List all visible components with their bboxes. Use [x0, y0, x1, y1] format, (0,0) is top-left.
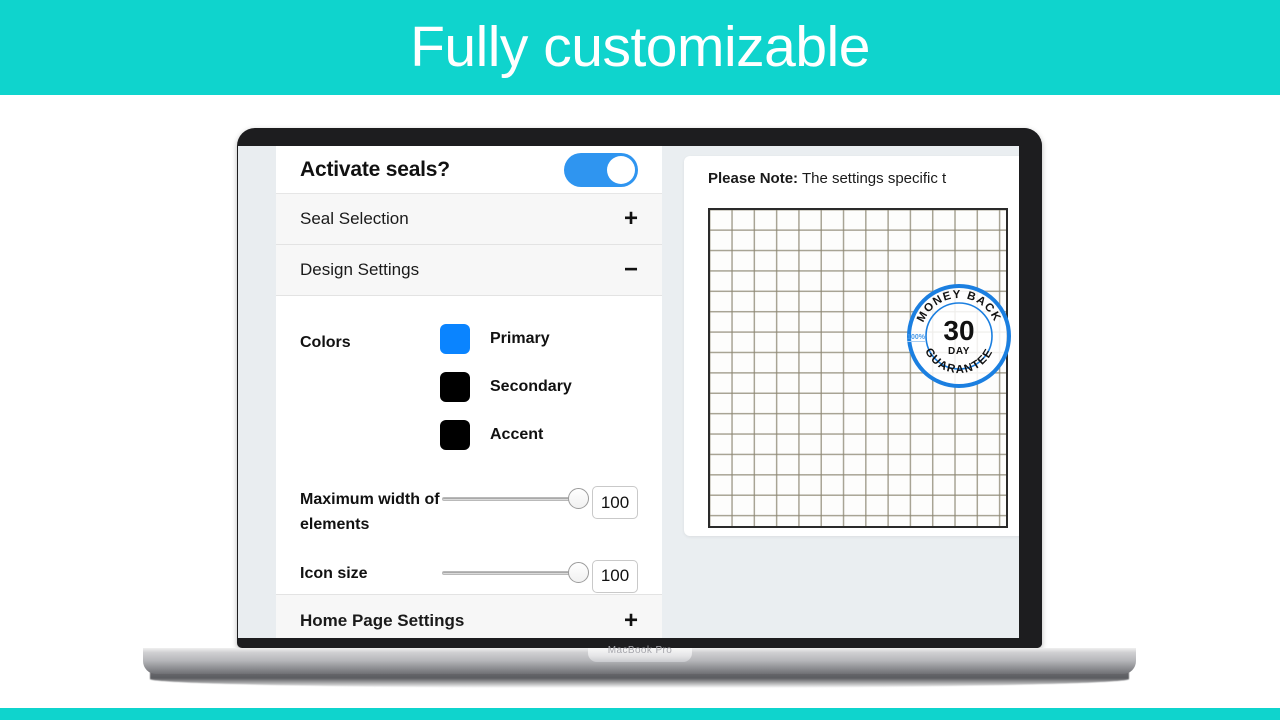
- laptop-mockup: Activate seals? Seal Selection + Design …: [0, 0, 1280, 720]
- slider-track: [442, 570, 586, 575]
- slider-thumb[interactable]: [568, 488, 589, 509]
- slider-icon-size[interactable]: [442, 560, 589, 586]
- accordion-home-page-settings[interactable]: Home Page Settings +: [276, 594, 662, 638]
- activate-seals-row[interactable]: Activate seals?: [276, 146, 662, 194]
- money-back-guarantee-seal: MONEY BACK GUARANTEE 30 DAY 100%: [905, 282, 1013, 390]
- accordion-design-settings[interactable]: Design Settings −: [276, 245, 662, 296]
- slider-thumb[interactable]: [568, 561, 589, 583]
- please-note-prefix: Please Note:: [708, 170, 799, 187]
- accordion-seal-selection[interactable]: Seal Selection +: [276, 194, 662, 245]
- lid-right-edge: [1019, 128, 1042, 648]
- plus-icon[interactable]: +: [624, 207, 638, 231]
- slider-value-icon-size[interactable]: 100: [592, 559, 638, 593]
- color-swatch-accent-label: Accent: [490, 426, 544, 443]
- swatch-row-primary: Primary: [440, 324, 572, 354]
- color-swatch-primary[interactable]: [440, 324, 470, 354]
- swatch-row-secondary: Secondary: [440, 372, 572, 402]
- laptop-screen: Activate seals? Seal Selection + Design …: [238, 146, 1019, 638]
- activate-seals-label: Activate seals?: [300, 157, 450, 181]
- swatch-row-accent: Accent: [440, 420, 572, 450]
- bottom-accent-strip: [0, 708, 1280, 720]
- swatch-list: Primary Secondary Accent: [440, 324, 572, 450]
- screenshot-stage: Fully customizable Activate seals? Seal …: [0, 0, 1280, 720]
- svg-text:30: 30: [943, 315, 974, 346]
- slider-row-max-width: Maximum width of elements 100: [300, 486, 638, 538]
- colors-block: Colors Primary Secondary Accent: [300, 324, 638, 450]
- color-swatch-accent[interactable]: [440, 420, 470, 450]
- please-note-body: The settings specific t: [798, 170, 947, 187]
- accordion-home-page-settings-label: Home Page Settings: [300, 610, 465, 630]
- plus-icon[interactable]: +: [624, 608, 638, 633]
- preview-area: Please Note: The settings specific t MON…: [662, 146, 1019, 638]
- slider-block: Maximum width of elements 100 Icon size: [300, 486, 638, 593]
- svg-text:100%: 100%: [907, 334, 926, 341]
- preview-card: Please Note: The settings specific t MON…: [684, 156, 1019, 536]
- color-swatch-primary-label: Primary: [490, 330, 550, 347]
- slider-value-max-width[interactable]: 100: [592, 486, 638, 519]
- color-swatch-secondary-label: Secondary: [490, 378, 572, 395]
- settings-panel: Activate seals? Seal Selection + Design …: [276, 146, 662, 638]
- activate-seals-toggle[interactable]: [564, 152, 638, 187]
- app-window: Activate seals? Seal Selection + Design …: [238, 146, 1019, 638]
- colors-label: Colors: [300, 334, 351, 351]
- slider-label-icon-size: Icon size: [300, 564, 368, 582]
- slider-row-icon-size: Icon size 100: [300, 559, 638, 593]
- slider-label-max-width: Maximum width of elements: [300, 491, 440, 533]
- accordion-design-settings-label: Design Settings: [300, 260, 420, 279]
- device-label: MacBook Pro: [607, 645, 673, 656]
- left-rail: [238, 146, 276, 638]
- design-settings-body: Colors Primary Secondary Accent Maximum …: [276, 296, 662, 625]
- accordion-seal-selection-label: Seal Selection: [300, 209, 409, 228]
- svg-text:DAY: DAY: [948, 346, 970, 357]
- please-note-text: Please Note: The settings specific t: [684, 156, 1019, 187]
- slider-max-width[interactable]: [442, 486, 589, 512]
- minus-icon[interactable]: −: [624, 258, 638, 282]
- color-swatch-secondary[interactable]: [440, 372, 470, 402]
- preview-grid: MONEY BACK GUARANTEE 30 DAY 100%: [708, 208, 1011, 528]
- slider-track: [442, 497, 586, 501]
- toggle-knob: [607, 155, 635, 184]
